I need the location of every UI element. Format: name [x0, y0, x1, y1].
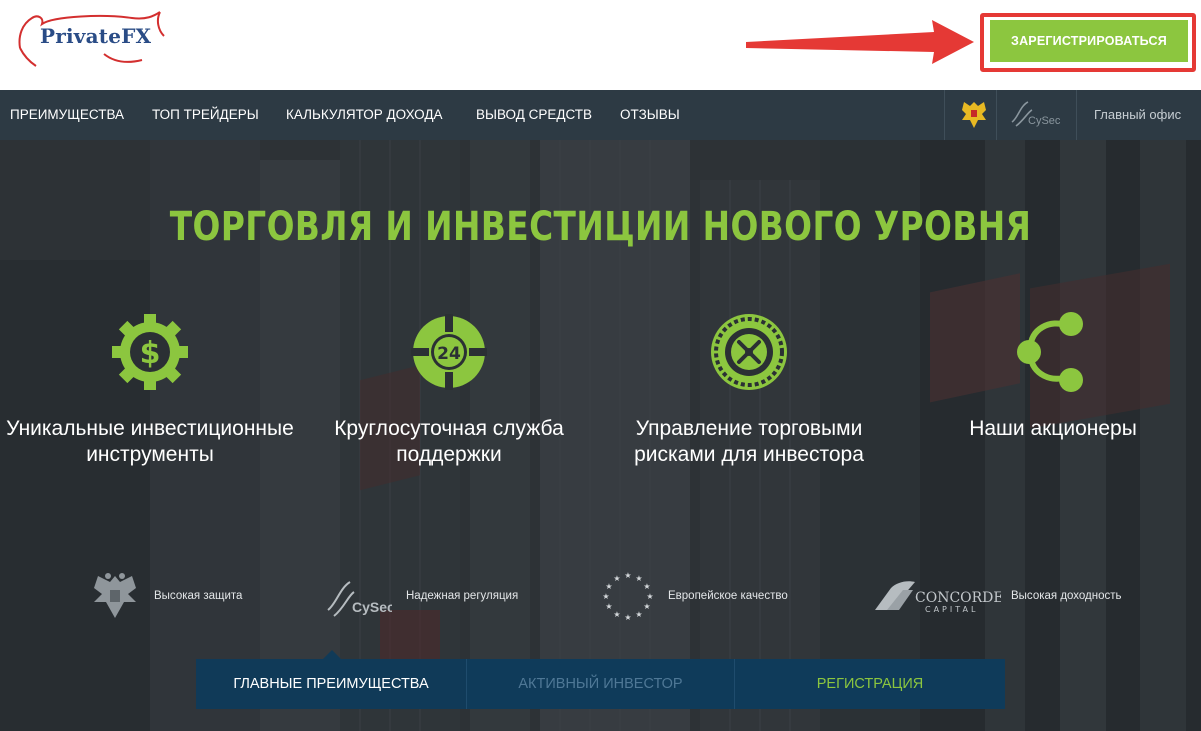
badge-label: Высокая доходность — [1011, 590, 1122, 602]
badge-label: Надежная регуляция — [406, 590, 519, 602]
hero-section: ТОРГОВЛЯ И ИНВЕСТИЦИИ НОВОГО УРОВНЯ $ Ун… — [0, 140, 1201, 731]
support-24-number: 24 — [437, 344, 461, 364]
cysec-nav-text: CySec — [1028, 115, 1061, 127]
svg-text:★: ★ — [635, 610, 642, 619]
tab-main-advantages[interactable]: ГЛАВНЫЕ ПРЕИМУЩЕСТВА — [196, 650, 466, 709]
nav-item-top-traders[interactable]: ТОП ТРЕЙДЕРЫ — [152, 90, 259, 140]
feature-support-24: 24 Круглосуточная служба поддержки — [299, 310, 599, 468]
feature-label: Уникальные инвестиционные инструменты — [6, 417, 294, 466]
dollar-gear-icon: $ — [112, 314, 188, 390]
svg-text:★: ★ — [643, 582, 650, 591]
badge-label: Высокая защита — [154, 590, 243, 602]
cysec-nav-icon: CySec — [1011, 101, 1061, 127]
feature-shareholders: Наши акционеры — [903, 310, 1201, 442]
feature-label: Управление торговыми рисками для инвесто… — [634, 417, 864, 466]
svg-text:★: ★ — [643, 602, 650, 611]
register-button[interactable]: ЗАРЕГИСТРИРОВАТЬСЯ — [990, 20, 1188, 62]
feature-risk-management: Управление торговыми рисками для инвесто… — [599, 310, 899, 468]
tab-registration[interactable]: РЕГИСТРАЦИЯ — [734, 659, 1005, 709]
section-tabs: ГЛАВНЫЕ ПРЕИМУЩЕСТВА АКТИВНЫЙ ИНВЕСТОР Р… — [196, 650, 1005, 709]
nav-item-advantages[interactable]: ПРЕИМУЩЕСТВА — [10, 90, 124, 140]
badge-label: Европейское качество — [668, 590, 788, 602]
nav-item-reviews[interactable]: ОТЗЫВЫ — [620, 90, 680, 140]
concorde-logo-subtext: CAPITAL — [925, 605, 978, 614]
roulette-icon — [711, 314, 787, 390]
hero-title: ТОРГОВЛЯ И ИНВЕСТИЦИИ НОВОГО УРОВНЯ — [169, 204, 1032, 250]
badge-reliable-regulation: CySec Надежная регуляция — [322, 568, 518, 624]
main-nav: ПРЕИМУЩЕСТВА ТОП ТРЕЙДЕРЫ КАЛЬКУЛЯТОР ДО… — [0, 90, 1201, 140]
logo-text: PrivateFX — [40, 24, 152, 48]
nav-divider — [996, 90, 997, 140]
cysec-logo-text: CySec — [352, 599, 392, 615]
svg-text:★: ★ — [602, 592, 609, 601]
privatefx-logo[interactable]: PrivateFX — [14, 10, 174, 68]
svg-text:★: ★ — [624, 571, 631, 580]
feature-unique-instruments: $ Уникальные инвестиционные инструменты — [0, 310, 300, 468]
share-network-icon — [1017, 312, 1083, 392]
feature-label: Круглосуточная служба поддержки — [334, 417, 564, 466]
tab-active-investor[interactable]: АКТИВНЫЙ ИНВЕСТОР — [466, 659, 734, 709]
svg-text:★: ★ — [605, 602, 612, 611]
red-arrow-icon — [746, 20, 974, 64]
svg-text:★: ★ — [613, 610, 620, 619]
svg-text:★: ★ — [635, 574, 642, 583]
concorde-logo-text: CONCORDE — [915, 590, 1001, 606]
svg-text:★: ★ — [613, 574, 620, 583]
svg-text:★: ★ — [646, 592, 653, 601]
svg-text:$: $ — [140, 336, 161, 371]
svg-text:★: ★ — [624, 613, 631, 622]
lifebuoy-24-icon: 24 — [411, 314, 487, 390]
main-office-link[interactable]: Главный офис — [1094, 90, 1181, 140]
badge-high-protection: Высокая защита — [88, 568, 242, 624]
nav-divider — [1076, 90, 1077, 140]
nav-item-withdrawal[interactable]: ВЫВОД СРЕДСТВ — [476, 90, 592, 140]
badge-european-quality: ★ ★ ★ ★ ★ ★ ★ ★ ★ ★ ★ ★ Европейское качество — [600, 568, 788, 624]
eu-stars-icon: ★ ★★ ★★★ ★★★ ★★★ — [602, 571, 653, 622]
nav-item-income-calculator[interactable]: КАЛЬКУЛЯТОР ДОХОДА — [286, 90, 442, 140]
concorde-logo-icon: CONCORDE CAPITAL — [875, 581, 1001, 614]
top-header: PrivateFX ЗАРЕГИСТРИРОВАТЬСЯ — [0, 0, 1201, 90]
nav-divider — [944, 90, 945, 140]
svg-text:★: ★ — [605, 582, 612, 591]
russian-eagle-icon — [94, 573, 136, 618]
russian-emblem-icon — [962, 102, 986, 128]
badge-high-yield: CONCORDE CAPITAL Высокая доходность — [873, 568, 1122, 624]
feature-label: Наши акционеры — [969, 417, 1137, 440]
cysec-logo-icon: CySec — [327, 581, 392, 617]
